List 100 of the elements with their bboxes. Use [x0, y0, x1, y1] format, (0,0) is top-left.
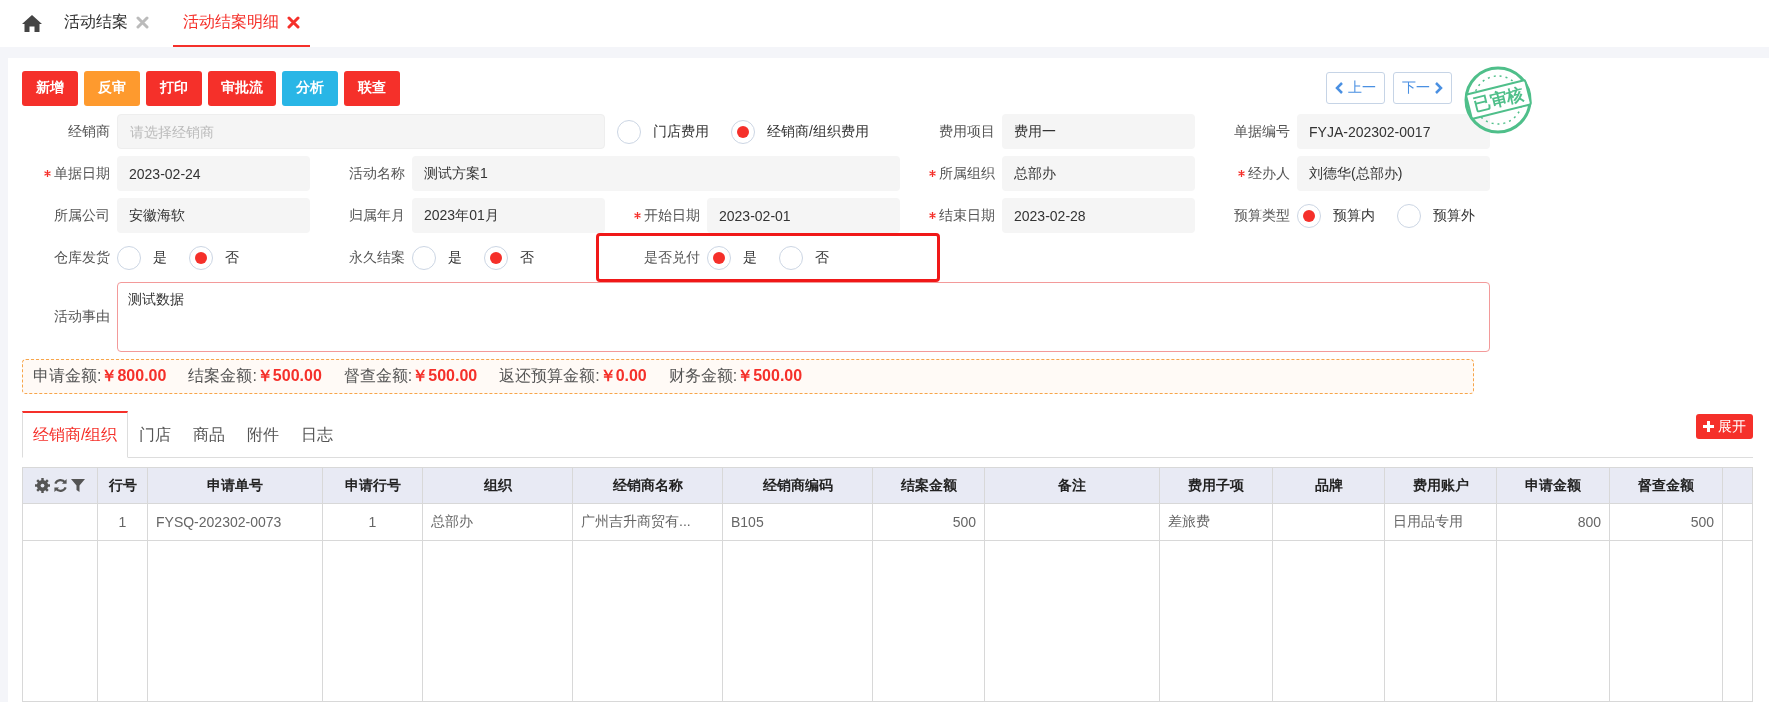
- input-field[interactable]: 测试方案1: [412, 156, 900, 191]
- detail-tab[interactable]: 商品: [182, 411, 237, 458]
- radio-option[interactable]: 经销商/组织费用: [731, 119, 869, 144]
- radio-option[interactable]: 是: [412, 245, 462, 270]
- column-header[interactable]: 经销商名称: [572, 467, 723, 504]
- column-header[interactable]: 申请单号: [147, 467, 323, 504]
- radio-button[interactable]: [731, 119, 755, 144]
- filter-icon: [71, 478, 85, 493]
- radio-button[interactable]: [1297, 203, 1321, 228]
- radio-button[interactable]: [484, 245, 508, 270]
- table-cell: 1: [322, 503, 423, 541]
- expand-button[interactable]: 展开: [1696, 414, 1753, 439]
- field-label: 永久结案: [349, 248, 405, 267]
- field-label: 经销商: [68, 122, 110, 141]
- table-cell: 总部办: [422, 503, 573, 541]
- amount-value: ￥500.00: [256, 366, 322, 386]
- radio-button[interactable]: [117, 245, 141, 270]
- radio-button[interactable]: [617, 119, 641, 144]
- column-header[interactable]: 经销商编码: [722, 467, 873, 504]
- radio-label: 门店费用: [653, 122, 709, 141]
- amount-value: ￥0.00: [599, 366, 647, 386]
- amount-label: 申请金额:: [33, 366, 102, 386]
- column-header[interactable]: 费用子项: [1159, 467, 1273, 504]
- input-field[interactable]: 总部办: [1002, 156, 1195, 191]
- radio-option[interactable]: 否: [484, 245, 534, 270]
- radio-option[interactable]: 预算外: [1397, 203, 1475, 228]
- table-cell: 800: [1496, 503, 1610, 541]
- radio-option[interactable]: 是: [117, 245, 167, 270]
- column-header[interactable]: 组织: [422, 467, 573, 504]
- column-header[interactable]: 备注: [984, 467, 1160, 504]
- radio-option[interactable]: 是: [707, 245, 757, 270]
- table-cell: 差旅费: [1159, 503, 1273, 541]
- input-field[interactable]: 2023-02-28: [1002, 198, 1195, 233]
- radio-button[interactable]: [707, 245, 731, 270]
- input-field[interactable]: 安徽海软: [117, 198, 310, 233]
- input-field[interactable]: 2023年01月: [412, 198, 605, 233]
- input-field[interactable]: 2023-02-24: [117, 156, 310, 191]
- column-header[interactable]: 申请金额: [1496, 467, 1610, 504]
- radio-label: 是: [153, 248, 167, 267]
- radio-label: 否: [225, 248, 239, 267]
- toolbar-button[interactable]: 联查: [344, 70, 400, 106]
- radio-label: 否: [815, 248, 829, 267]
- home-icon: [22, 15, 42, 32]
- radio-button[interactable]: [412, 245, 436, 270]
- column-header[interactable]: 行号: [97, 467, 148, 504]
- field-label: 费用项目: [939, 122, 995, 141]
- settings-icon: [35, 478, 50, 493]
- input-field[interactable]: 刘德华(总部办): [1297, 156, 1490, 191]
- amount-label: 返还预算金额:: [499, 366, 600, 386]
- chevron-icon: [1434, 82, 1443, 94]
- radio-option[interactable]: 否: [189, 245, 239, 270]
- column-header[interactable]: 申请行号: [322, 467, 423, 504]
- detail-tab[interactable]: 经销商/组织: [22, 411, 129, 458]
- column-header[interactable]: 费用账户: [1384, 467, 1497, 504]
- text-area[interactable]: 测试数据: [117, 282, 1490, 352]
- toolbar-button[interactable]: 新增: [22, 70, 78, 106]
- detail-tab[interactable]: 附件: [236, 411, 291, 458]
- close-icon: [136, 16, 149, 29]
- radio-label: 预算外: [1433, 206, 1475, 225]
- field-label: 开始日期: [644, 206, 700, 225]
- field-label: 仓库发货: [54, 248, 110, 267]
- table-cell: 广州吉升商贸有...: [572, 503, 723, 541]
- field-label: 活动事由: [54, 308, 110, 326]
- toolbar-button[interactable]: 打印: [146, 70, 202, 106]
- amount-label: 结案金额:: [188, 366, 257, 386]
- radio-option[interactable]: 门店费用: [617, 119, 709, 144]
- radio-option[interactable]: 预算内: [1297, 203, 1375, 228]
- close-icon: [287, 16, 300, 29]
- previous-button[interactable]: 上一: [1326, 72, 1385, 104]
- field-label: 归属年月: [349, 206, 405, 225]
- field-label: 所属组织: [939, 164, 995, 183]
- radio-button[interactable]: [189, 245, 213, 270]
- input-field[interactable]: 2023-02-01: [707, 198, 900, 233]
- field-label: 单据日期: [54, 164, 110, 183]
- radio-option[interactable]: 否: [779, 245, 829, 270]
- amount-value: ￥800.00: [101, 366, 167, 386]
- page-tab[interactable]: 活动结案: [54, 0, 159, 47]
- field-label: 经办人: [1248, 164, 1290, 183]
- amount-value: ￥500.00: [412, 366, 478, 386]
- detail-tab[interactable]: 门店: [128, 411, 183, 458]
- plus-icon: [1703, 421, 1714, 432]
- detail-tab[interactable]: 日志: [290, 411, 345, 458]
- column-header[interactable]: 品牌: [1272, 467, 1385, 504]
- field-label: 是否兑付: [644, 248, 700, 267]
- amount-label: 财务金额:: [668, 366, 738, 386]
- page-tab[interactable]: 活动结案明细: [173, 0, 310, 47]
- field-label: 活动名称: [349, 164, 405, 183]
- radio-label: 是: [743, 248, 757, 267]
- radio-label: 否: [520, 248, 534, 267]
- input-field[interactable]: 费用一: [1002, 114, 1195, 149]
- column-header[interactable]: 结案金额: [872, 467, 985, 504]
- radio-button[interactable]: [779, 245, 803, 270]
- amount-value: ￥500.00: [737, 366, 803, 386]
- field-label: 结束日期: [939, 206, 995, 225]
- column-header[interactable]: 督查金额: [1609, 467, 1723, 504]
- field-label: 单据编号: [1234, 122, 1290, 141]
- input-field[interactable]: FYJA-202302-0017: [1297, 114, 1490, 149]
- table-cell: B105: [722, 503, 873, 541]
- toolbar-button[interactable]: 审批流: [208, 70, 276, 106]
- radio-button[interactable]: [1397, 203, 1421, 228]
